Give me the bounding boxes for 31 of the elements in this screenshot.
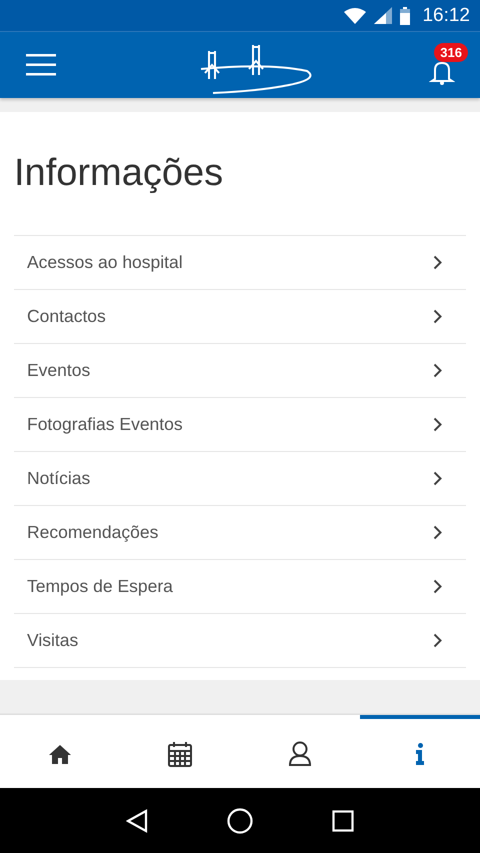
chevron-icon <box>433 363 442 378</box>
signal-icon <box>374 7 392 24</box>
info-icon <box>415 742 425 764</box>
list-item[interactable]: Tempos de Espera <box>14 560 466 614</box>
status-time: 16:12 <box>422 4 470 26</box>
notification-badge: 316 <box>434 43 468 62</box>
battery-icon <box>400 6 410 24</box>
page-title: Informações <box>14 152 224 195</box>
chevron-icon <box>433 525 442 540</box>
menu-icon[interactable] <box>26 54 56 76</box>
user-icon <box>288 740 312 766</box>
bell-icon[interactable] <box>429 59 455 85</box>
chevron-icon <box>433 471 442 486</box>
list-item[interactable]: Fotografias Eventos <box>14 398 466 452</box>
chevron-icon <box>433 579 442 594</box>
list-item[interactable]: Contactos <box>14 290 466 344</box>
home-circle-icon[interactable] <box>226 808 253 834</box>
home-icon <box>48 744 72 764</box>
list-item[interactable]: Recomendações <box>14 506 466 560</box>
chevron-icon <box>433 633 442 648</box>
back-icon[interactable] <box>126 808 148 832</box>
list-item[interactable]: Visitas <box>14 614 466 668</box>
recents-icon[interactable] <box>332 810 354 832</box>
chevron-icon <box>433 417 442 432</box>
list-item[interactable]: Eventos <box>14 344 466 398</box>
calendar-icon <box>168 740 192 766</box>
list-item[interactable]: Acessos ao hospital <box>14 236 466 290</box>
list-item[interactable]: Notícias <box>14 452 466 506</box>
chevron-icon <box>433 255 442 270</box>
chevron-icon <box>433 309 442 324</box>
wifi-icon <box>344 8 366 24</box>
